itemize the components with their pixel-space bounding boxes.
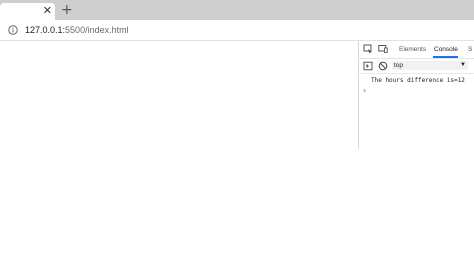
new-tab-button[interactable]: + (61, 2, 73, 18)
address-bar: 127.0.0.1:5500/index.html (0, 20, 474, 41)
url-host: 127.0.0.1: (25, 25, 66, 35)
devtools-tab-bar: Elements Console S (359, 41, 474, 59)
close-icon[interactable]: ✕ (43, 4, 52, 18)
chevron-down-icon: ▼ (460, 62, 466, 68)
tab-strip: ✕ + (0, 0, 474, 20)
clear-console-icon[interactable] (378, 61, 388, 71)
inspect-element-icon[interactable] (363, 44, 373, 54)
devtools-panel: Elements Console S top ▼ The hours diffe… (358, 41, 474, 149)
url-path: 5500/index.html (65, 25, 129, 35)
console-toolbar: top ▼ (359, 59, 474, 74)
tab-console[interactable]: Console (434, 45, 458, 54)
active-tab-indicator (433, 56, 458, 58)
console-prompt-icon[interactable]: › (363, 87, 366, 95)
tab-elements[interactable]: Elements (399, 45, 426, 54)
browser-tab[interactable]: ✕ (0, 3, 55, 20)
info-icon[interactable] (8, 25, 18, 35)
console-message: The hours difference is=12 (371, 77, 465, 84)
context-select[interactable]: top ▼ (392, 61, 468, 70)
url-field[interactable]: 127.0.0.1:5500/index.html (25, 23, 129, 37)
context-select-value: top (394, 62, 404, 69)
device-toolbar-icon[interactable] (378, 44, 388, 54)
tab-sources[interactable]: S (468, 45, 472, 54)
sidebar-toggle-icon[interactable] (363, 61, 373, 71)
